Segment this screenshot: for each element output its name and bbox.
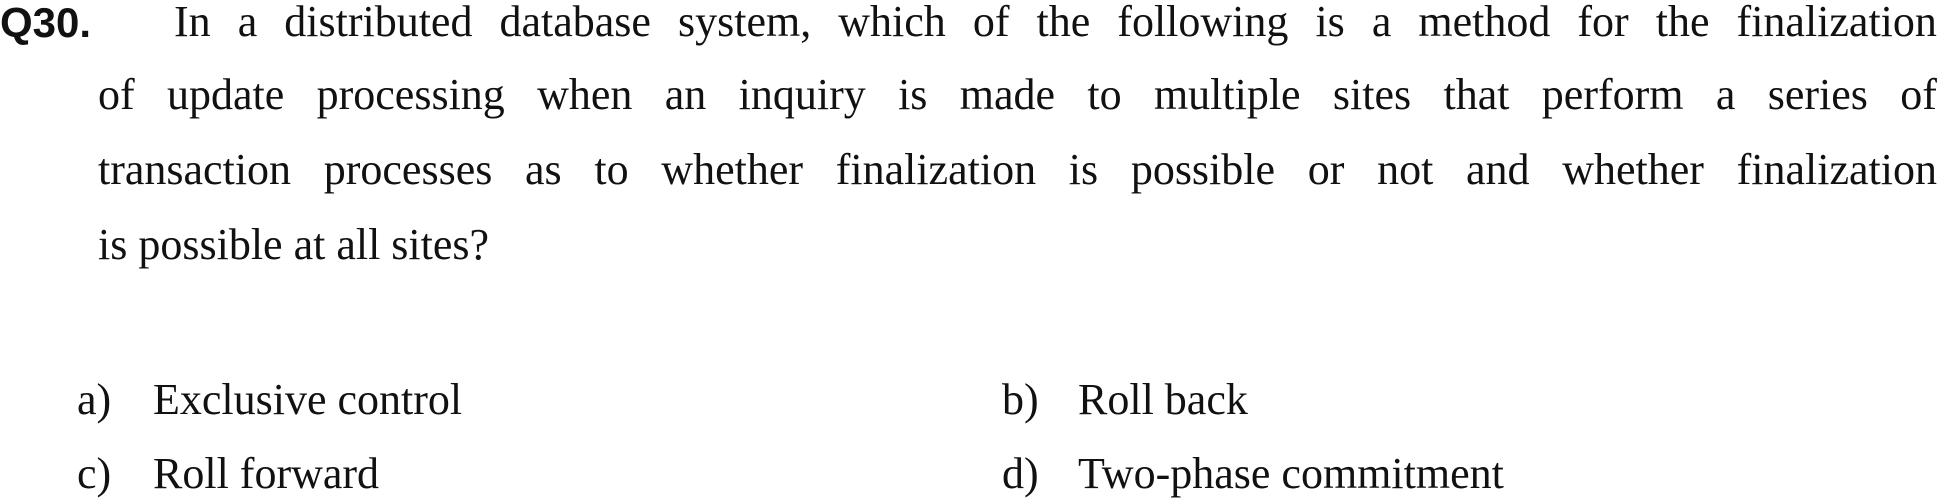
word: when [537,70,633,119]
word: whether [1562,145,1704,194]
question-number: Q30. [0,0,92,46]
word: sites [1332,70,1412,119]
word: an [664,70,707,119]
word: a [1715,70,1736,119]
word: is [1068,145,1099,194]
word: multiple [1153,70,1301,119]
word: system, [677,0,812,46]
word: In [174,0,211,46]
word: the [1655,0,1710,46]
word: possible [1130,145,1276,194]
option-text: Two-phase commitment [1078,449,1504,498]
word: of [98,70,135,119]
question-line-1: In a distributed database system, which of the f… [174,0,1937,46]
word: perform [1541,70,1684,119]
word: that [1443,70,1510,119]
option-text: Roll forward [153,449,380,498]
word: series [1767,70,1868,119]
word: inquiry [738,70,866,119]
option-text: Roll back [1078,375,1248,424]
question-line-2: of update processing when an inquiry is made to m… [98,71,1937,119]
word: or [1307,145,1345,194]
word: a [1371,0,1392,46]
word: finalization [1736,0,1937,46]
word: method [1418,0,1551,46]
option-text: Exclusive control [153,375,463,424]
word: database [499,0,651,46]
word: a [237,0,258,46]
word: processing [316,70,505,119]
word: of [972,0,1010,46]
word: distributed [284,0,473,46]
word: as [525,145,562,194]
word: not [1377,145,1434,194]
option-letter: c) [77,449,112,498]
word: whether [661,145,804,194]
word: finalization [1736,145,1937,194]
word: transaction [98,145,292,194]
word: to [1087,70,1122,119]
question-line-4: is possible at all sites? [98,220,490,269]
word: processes [323,145,493,194]
word: is [1315,0,1345,46]
word: to [594,145,629,194]
option-letter: a) [77,375,112,424]
option-letter: b) [1002,375,1039,424]
word: which [838,0,946,46]
word: of [1900,70,1937,119]
word: finalization [835,145,1037,194]
word: for [1577,0,1629,46]
word: and [1466,145,1530,194]
question-line-3: transaction processes as to whether finalizat… [98,146,1937,194]
word: made [959,70,1056,119]
word: the [1036,0,1091,46]
word: update [166,70,285,119]
option-letter: d) [1002,449,1039,498]
word: following [1117,0,1289,46]
word: is [898,70,928,119]
